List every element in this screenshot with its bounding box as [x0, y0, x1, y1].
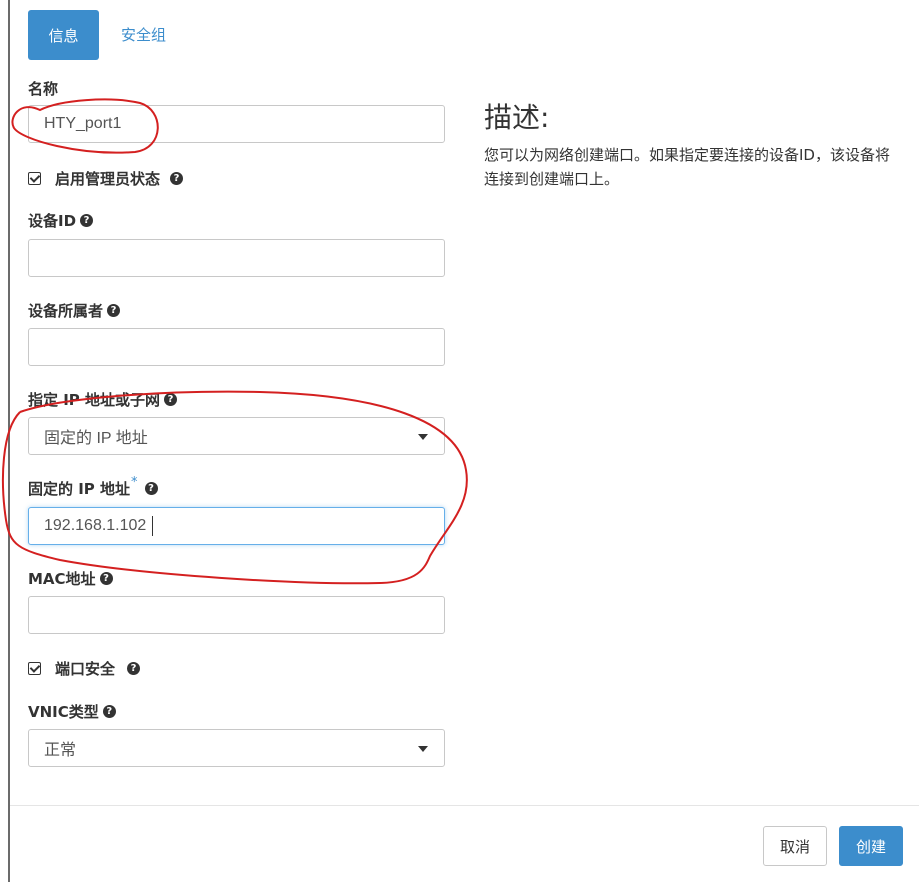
fixed-ip-label-text: 固定的 IP 地址 — [28, 480, 131, 498]
help-icon[interactable]: ? — [127, 662, 141, 675]
admin-state-label: 启用管理员状态 — [55, 170, 161, 188]
help-icon[interactable]: ? — [102, 705, 116, 718]
checkbox-checked-icon[interactable] — [28, 172, 41, 185]
vnic-label: VNIC类型 ? — [28, 701, 116, 722]
device-owner-label: 设备所属者 ? — [28, 300, 121, 321]
tab-security-group[interactable]: 安全组 — [121, 24, 166, 45]
mac-label-text: MAC地址 — [28, 570, 96, 588]
admin-state-checkbox[interactable]: 启用管理员状态 ? — [28, 168, 184, 189]
ip-mode-label: 指定 IP 地址或子网 ? — [28, 389, 178, 410]
fixed-ip-label: 固定的 IP 地址 * ? — [28, 475, 158, 499]
help-icon[interactable]: ? — [164, 393, 178, 406]
text-cursor — [152, 516, 154, 536]
required-marker: * — [131, 475, 138, 490]
fixed-ip-input[interactable]: 192.168.1.102 — [28, 507, 445, 545]
tab-info[interactable]: 信息 — [28, 10, 99, 60]
create-button[interactable]: 创建 — [839, 826, 903, 866]
name-input-value: HTY_port1 — [44, 115, 122, 132]
ip-mode-label-text: 指定 IP 地址或子网 — [28, 391, 161, 409]
cancel-button[interactable]: 取消 — [763, 826, 827, 866]
help-icon[interactable]: ? — [144, 482, 158, 495]
port-security-label: 端口安全 — [55, 660, 116, 678]
vnic-select[interactable]: 正常 — [28, 729, 445, 767]
footer-divider — [10, 805, 919, 806]
description-title: 描述: — [484, 101, 550, 134]
help-icon[interactable]: ? — [107, 304, 121, 317]
vnic-value: 正常 — [44, 742, 77, 759]
checkbox-checked-icon[interactable] — [28, 662, 41, 675]
vnic-label-text: VNIC类型 — [28, 703, 99, 721]
fixed-ip-value: 192.168.1.102 — [44, 517, 147, 534]
caret-down-icon — [418, 434, 428, 440]
device-id-label: 设备ID ? — [28, 210, 94, 231]
ip-mode-select[interactable]: 固定的 IP 地址 — [28, 417, 445, 455]
port-security-checkbox[interactable]: 端口安全 ? — [28, 658, 141, 679]
device-owner-input[interactable] — [28, 328, 445, 366]
device-id-input[interactable] — [28, 239, 445, 277]
name-label: 名称 — [28, 78, 58, 99]
description-text: 您可以为网络创建端口。如果指定要连接的设备ID，该设备将连接到创建端口上。 — [484, 146, 890, 188]
name-label-text: 名称 — [28, 80, 59, 98]
device-owner-label-text: 设备所属者 — [28, 302, 104, 320]
mac-input[interactable] — [28, 596, 445, 634]
mac-label: MAC地址 ? — [28, 568, 113, 589]
help-icon[interactable]: ? — [99, 572, 113, 585]
help-icon[interactable]: ? — [80, 214, 94, 227]
caret-down-icon — [418, 746, 428, 752]
help-icon[interactable]: ? — [170, 172, 184, 185]
device-id-label-text: 设备ID — [28, 212, 77, 230]
name-input[interactable]: HTY_port1 — [28, 105, 445, 143]
left-border — [0, 0, 10, 882]
ip-mode-value: 固定的 IP 地址 — [44, 430, 148, 447]
